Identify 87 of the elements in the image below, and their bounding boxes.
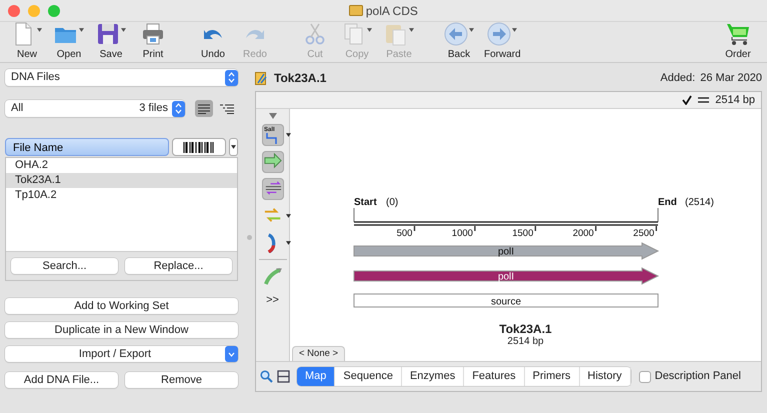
- document-name: Tok23A.1: [274, 70, 326, 87]
- caret-icon: [231, 145, 236, 149]
- view-tab[interactable]: Sequence: [335, 367, 402, 386]
- more-tools-button[interactable]: >>: [266, 292, 279, 308]
- added-label: Added:: [660, 70, 696, 86]
- translate-tool-button[interactable]: [262, 265, 284, 287]
- caret-icon[interactable]: [286, 241, 290, 245]
- file-row[interactable]: Tp10A.2: [6, 188, 237, 203]
- window-title: polA CDS: [366, 2, 418, 20]
- dna-file-icon: [255, 72, 268, 84]
- stepper-arrows-icon: [175, 103, 182, 114]
- end-label: End: [658, 197, 676, 208]
- caret-icon: [79, 28, 84, 32]
- checkbox-label: Description Panel: [654, 369, 741, 384]
- back-button[interactable]: Back: [442, 22, 476, 62]
- ruler-tick-label: 1500: [512, 228, 533, 239]
- start-label: Start: [354, 197, 376, 208]
- map-title: Tok23A.1: [499, 323, 552, 336]
- strands-tool-button[interactable]: [262, 178, 284, 200]
- ruler-tick-label: 500: [396, 228, 412, 239]
- feature-bar[interactable]: [353, 294, 658, 308]
- file-row[interactable]: Tok23A.1: [6, 173, 237, 188]
- action-button[interactable]: Add to Working Set: [5, 298, 238, 314]
- remove-button[interactable]: Remove: [125, 372, 238, 388]
- add-file-button[interactable]: Add DNA File...: [5, 372, 118, 388]
- search-icon[interactable]: [260, 370, 273, 383]
- column-header[interactable]: File Name: [5, 138, 170, 156]
- scissors-icon: [303, 22, 327, 46]
- file-row[interactable]: OHA.2: [6, 158, 237, 173]
- barcode-column-header[interactable]: [172, 138, 226, 156]
- caret-icon: [409, 28, 414, 32]
- map-length: 2514 bp: [507, 336, 544, 347]
- sequence-length: 2514 bp: [715, 92, 755, 108]
- collection-dropdown[interactable]: DNA Files: [5, 69, 238, 86]
- caret-icon: [121, 28, 126, 32]
- ruler-tick-label: 2500: [632, 228, 654, 239]
- caret-icon[interactable]: [286, 214, 290, 218]
- open-button[interactable]: Open: [52, 22, 86, 62]
- split-view-icon[interactable]: [277, 370, 290, 383]
- undo-button[interactable]: Undo: [196, 22, 230, 62]
- cut-site-icon: [266, 133, 276, 144]
- save-button[interactable]: Save: [94, 22, 128, 62]
- checkmark-icon: [682, 95, 692, 105]
- search-button[interactable]: Search...: [11, 258, 118, 274]
- caret-icon[interactable]: [286, 133, 290, 137]
- added-date: 26 Mar 2020: [700, 70, 762, 86]
- annotation-tab[interactable]: < None >: [292, 346, 346, 361]
- new-button[interactable]: New: [10, 22, 44, 62]
- view-tab[interactable]: Map: [297, 367, 336, 386]
- import-export-dropdown[interactable]: Import / Export: [5, 346, 238, 362]
- features-tool-button[interactable]: [262, 151, 284, 173]
- view-tab[interactable]: Primers: [524, 367, 580, 386]
- feature-label: source: [490, 296, 520, 308]
- clipboard-icon: [384, 22, 408, 46]
- feature-label: polI: [497, 246, 514, 258]
- column-menu-button[interactable]: [229, 138, 238, 156]
- collapse-arrow-icon[interactable]: [268, 113, 276, 119]
- stepper-arrows-icon: [228, 72, 235, 83]
- forward-button[interactable]: Forward: [484, 22, 521, 62]
- replace-button[interactable]: Replace...: [125, 258, 232, 274]
- close-window-button[interactable]: [8, 5, 20, 17]
- sequence-line-icon: [698, 97, 710, 103]
- translation-arrow-icon: [262, 266, 282, 286]
- list-view-button[interactable]: [195, 100, 213, 117]
- start-position: (0): [386, 197, 398, 208]
- view-tab[interactable]: Features: [464, 367, 525, 386]
- barcode-icon: [183, 142, 216, 152]
- ruler-tick-label: 1000: [451, 228, 472, 239]
- caret-icon: [512, 28, 518, 32]
- action-button[interactable]: Duplicate in a New Window: [5, 322, 238, 338]
- order-button[interactable]: Order: [721, 22, 755, 62]
- caret-icon: [367, 28, 372, 32]
- filter-dropdown[interactable]: All 3 files: [5, 100, 185, 117]
- feature-label: polI: [497, 272, 514, 282]
- print-button[interactable]: Print: [136, 22, 170, 62]
- view-tab[interactable]: History: [580, 367, 631, 386]
- ruler-tick-label: 2000: [572, 228, 594, 239]
- checkbox[interactable]: [638, 370, 651, 382]
- view-tab[interactable]: Enzymes: [402, 367, 464, 386]
- printer-icon: [141, 22, 165, 46]
- end-position: (2514): [684, 197, 714, 208]
- caret-icon: [37, 28, 42, 32]
- feature-arrow[interactable]: [353, 267, 659, 285]
- chevron-down-icon: [228, 352, 235, 356]
- caret-icon: [469, 28, 474, 32]
- shopping-cart-icon: [726, 22, 750, 46]
- splitter-handle[interactable]: [246, 235, 252, 240]
